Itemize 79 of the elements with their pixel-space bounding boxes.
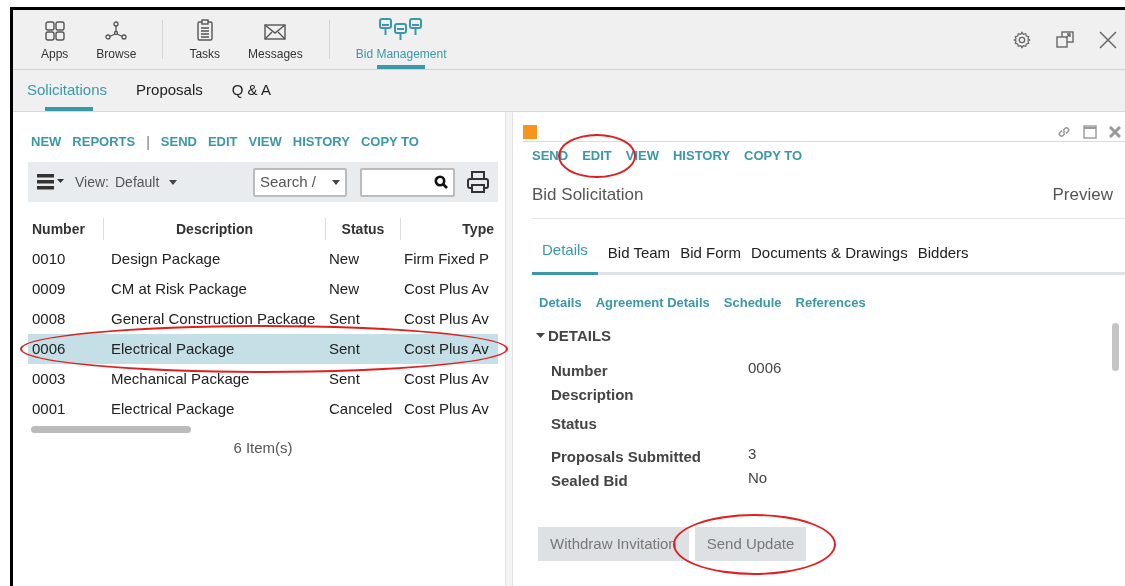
app-bar-tab[interactable]: Apps (27, 10, 83, 69)
vertical-scrollbar[interactable] (1112, 322, 1119, 371)
table-cell: New (329, 250, 359, 267)
caret-icon (536, 332, 545, 339)
detail-tab[interactable]: Documents & Drawings (750, 241, 908, 275)
table-row[interactable]: 0010 Design Package New Firm Fixed P (28, 244, 498, 274)
menu-icon[interactable] (37, 173, 65, 191)
table-cell: General Construction Package (111, 310, 316, 327)
table-cell: Cost Plus Av (404, 370, 489, 387)
table-cell: Design Package (111, 250, 221, 267)
search-field[interactable] (360, 167, 455, 197)
table-cell: 0001 (32, 400, 66, 417)
view-dropdown[interactable]: Default (115, 171, 178, 193)
table-cell: CM at Risk Package (111, 280, 247, 297)
preview-label: Preview (1052, 184, 1113, 206)
table-cell: New (329, 280, 359, 297)
table-cell: 0009 (32, 280, 66, 297)
field-label: Description (551, 385, 635, 405)
section-toggle[interactable]: DETAILS (536, 324, 612, 347)
table-cell: 0003 (32, 370, 66, 387)
link-icon[interactable] (1057, 124, 1071, 139)
table-row[interactable]: 0008 General Construction Package Sent Cost Plus Av (28, 304, 498, 334)
field-label: Status (551, 414, 598, 434)
search-field-dropdown[interactable]: Search / (253, 167, 347, 197)
item-count: 6 Item(s) (233, 438, 293, 458)
view-label: View: (75, 172, 109, 192)
caret-icon (332, 179, 340, 185)
table-row[interactable]: 0003 Mechanical Package Sent Cost Plus Av (28, 364, 498, 394)
field-value: No (748, 468, 768, 488)
column-header[interactable]: Status (341, 218, 385, 240)
table-cell: Firm Fixed P (404, 250, 489, 267)
module-tab[interactable]: Q & A (231, 70, 271, 111)
table-cell: 0010 (32, 250, 66, 267)
field-value: 3 (748, 444, 757, 464)
table-cell: Sent (329, 340, 360, 357)
maximize-icon[interactable] (1083, 124, 1097, 139)
panel-title: Bid Solicitation (532, 184, 644, 206)
table-cell: Cost Plus Av (404, 280, 489, 297)
table-cell: Sent (329, 370, 360, 387)
table-cell: Electrical Package (111, 340, 235, 357)
field-label: Number (551, 361, 609, 381)
popout-icon[interactable] (1055, 30, 1075, 49)
column-header[interactable]: Number (32, 218, 85, 240)
close-icon[interactable] (1109, 125, 1121, 138)
printer-icon[interactable] (466, 170, 490, 194)
column-header[interactable]: Description (176, 218, 253, 240)
table-cell: 0008 (32, 310, 66, 327)
field-value: 0006 (748, 358, 782, 378)
detail-tab[interactable]: Bid Form (680, 241, 741, 275)
record-color-square (523, 124, 537, 139)
clipboard-icon (195, 16, 214, 41)
app-bar-tab[interactable]: Messages (234, 10, 317, 69)
app-bar-tab[interactable]: Browse (82, 10, 151, 69)
table-cell: Cost Plus Av (404, 340, 489, 357)
horizontal-scrollbar[interactable] (31, 426, 191, 433)
field-label: Sealed Bid (551, 471, 629, 491)
column-header[interactable]: Type (462, 218, 494, 240)
table-cell: Canceled (329, 400, 393, 417)
settings-icon[interactable] (1013, 30, 1031, 49)
signs-icon (378, 16, 425, 41)
table-cell: Cost Plus Av (404, 310, 489, 327)
table-cell: Cost Plus Av (404, 400, 489, 417)
close-icon[interactable] (1099, 30, 1117, 49)
table-cell: 0006 (32, 340, 66, 357)
table-row[interactable]: 0006 Electrical Package Sent Cost Plus Av (28, 334, 498, 364)
table-cell: Mechanical Package (111, 370, 250, 387)
table-row[interactable]: 0009 CM at Risk Package New Cost Plus Av (28, 274, 498, 304)
module-tab[interactable]: Proposals (136, 70, 203, 111)
action-button[interactable]: Send Update (694, 527, 807, 561)
action-separator: | (146, 132, 150, 152)
search-icon[interactable] (434, 175, 448, 189)
field-label: Proposals Submitted (551, 447, 703, 467)
table-row[interactable]: 0001 Electrical Package Canceled Cost Plus Av (28, 394, 498, 424)
table-cell: Electrical Package (111, 400, 235, 417)
detail-tab[interactable]: Bidders (917, 241, 969, 275)
detail-tab[interactable]: Bid Team (607, 241, 671, 275)
caret-icon (169, 179, 178, 185)
table-cell: Sent (329, 310, 360, 327)
app-bar-tab[interactable]: Tasks (175, 10, 235, 69)
